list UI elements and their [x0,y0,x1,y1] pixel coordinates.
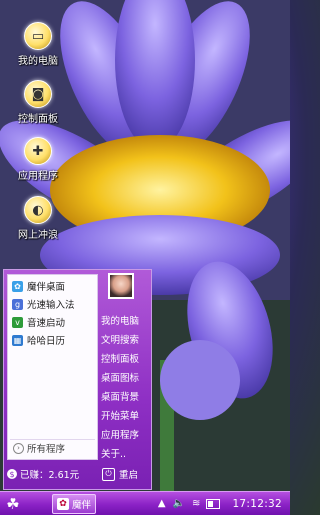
desktop-icon-label: 控制面板 [18,114,58,125]
app-item-label: 魔伴桌面 [27,282,66,293]
desktop-icon-label: 我的电脑 [18,56,58,67]
desktop-icon-control-panel[interactable]: ◙ 控制面板 [6,80,70,125]
desktop-icon-label: 应用程序 [18,171,58,182]
app-item-label: 音速启动 [27,318,66,329]
clover-icon: ☘ [6,494,20,513]
browser-icon: ◐ [24,196,52,224]
start-menu-footer: $ 已赚：2.61元 ⏻ 重启 [7,462,148,486]
battery-fill [208,500,214,507]
app-item-calendar[interactable]: ▦ 哈哈日历 [8,331,97,349]
battery-icon[interactable] [206,498,221,509]
volume-icon[interactable]: 🔈 [173,498,185,509]
app-item-label: 哈哈日历 [27,336,66,347]
restart-label: 重启 [119,470,139,481]
app-item-label: 光速输入法 [27,300,75,311]
app-icon: ✿ [57,497,69,510]
all-programs-button[interactable]: › 所有程序 [10,439,95,456]
wifi-icon[interactable]: ≋ [192,498,200,509]
desktop-icon-applications[interactable]: ✚ 应用程序 [6,137,70,182]
all-programs-label: 所有程序 [27,444,66,455]
menu-item-applications[interactable]: 应用程序 [100,426,152,445]
money-bag-icon: $ [7,469,17,479]
earnings-display: $ 已赚：2.61元 [7,467,98,481]
quick-launch-icon: v [12,316,23,328]
desktop-icon-label: 网上冲浪 [18,230,58,241]
app-item-input-method[interactable]: g 光速输入法 [8,295,97,313]
menu-item-desktop-background[interactable]: 桌面背景 [100,388,152,407]
start-menu: ✿ 魔伴桌面 g 光速输入法 v 音速启动 ▦ 哈哈日历 › 所有程序 我的电脑… [3,269,152,490]
app-item-desktop[interactable]: ✿ 魔伴桌面 [8,277,97,295]
computer-icon: ▭ [24,22,52,50]
earnings-label: 已赚：2.61元 [20,470,80,481]
taskbar-app-button[interactable]: ✿ 魔伴 [52,493,97,514]
desktop-icon-browser[interactable]: ◐ 网上冲浪 [6,196,70,241]
menu-item-desktop-icons[interactable]: 桌面图标 [100,369,152,388]
start-button[interactable]: ☘ [0,493,26,515]
applications-icon: ✚ [24,137,52,165]
calendar-icon: ▦ [12,334,23,346]
control-panel-icon: ◙ [24,80,52,108]
menu-item-my-computer[interactable]: 我的电脑 [100,312,152,331]
start-menu-app-list: ✿ 魔伴桌面 g 光速输入法 v 音速启动 ▦ 哈哈日历 › 所有程序 [7,274,98,460]
arrow-up-icon[interactable]: ▲ [158,498,166,509]
desktop-app-icon: ✿ [12,280,23,292]
clock[interactable]: 17:12:32 [232,498,282,510]
arrow-right-icon: › [13,442,24,454]
taskbar: ☘ ✿ 魔伴 ▲ 🔈 ≋ 17:12:32 [0,491,290,515]
desktop-icon-my-computer[interactable]: ▭ 我的电脑 [6,22,70,67]
avatar[interactable] [108,273,134,299]
power-icon: ⏻ [102,467,115,481]
menu-item-start-menu[interactable]: 开始菜单 [100,407,152,426]
menu-item-search[interactable]: 文明搜索 [100,331,152,350]
system-tray: ▲ 🔈 ≋ 17:12:32 [151,498,290,510]
app-item-quick-launch[interactable]: v 音速启动 [8,313,97,331]
menu-item-control-panel[interactable]: 控制面板 [100,350,152,369]
input-method-icon: g [12,298,23,310]
restart-button[interactable]: ⏻ 重启 [102,467,138,481]
taskbar-app-label: 魔伴 [72,499,92,511]
start-menu-shortcuts: 我的电脑 文明搜索 控制面板 桌面图标 桌面背景 开始菜单 应用程序 关于.. [100,312,152,464]
